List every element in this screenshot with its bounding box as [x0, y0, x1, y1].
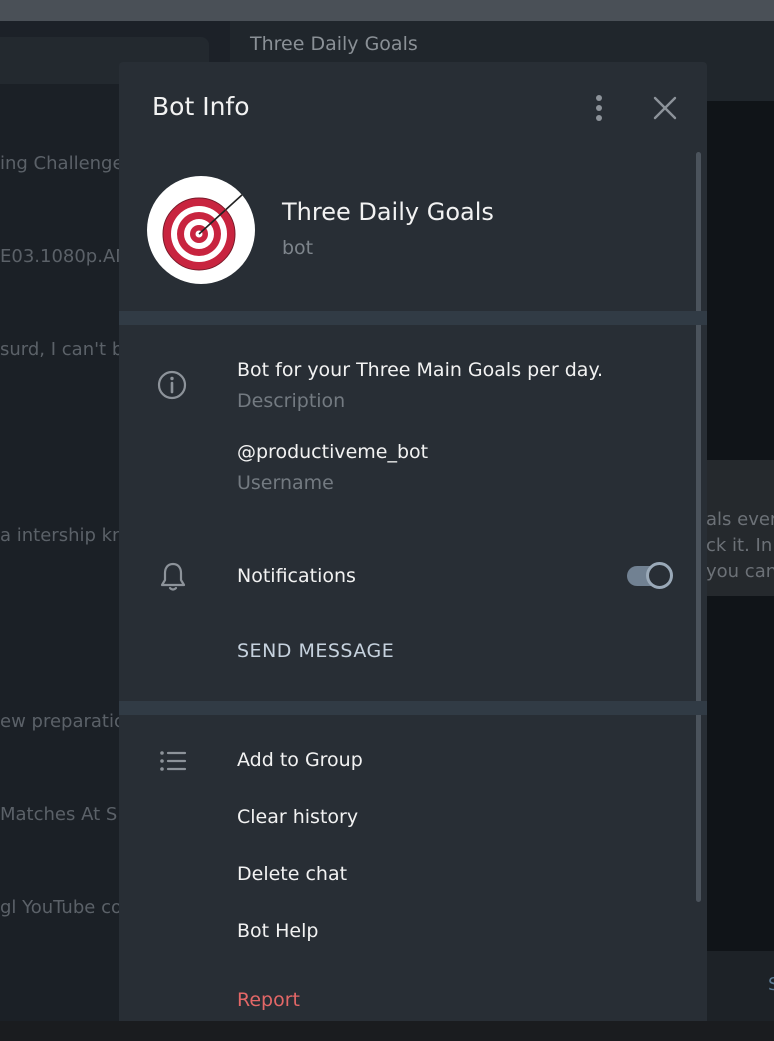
scrollbar[interactable]: [696, 152, 701, 902]
username-label: Username: [237, 472, 334, 494]
message-text-line: als ever: [706, 509, 774, 530]
bottom-bar: [0, 1021, 774, 1041]
description-value: Bot for your Three Main Goals per day.: [237, 359, 604, 381]
bot-type-label: bot: [282, 237, 314, 259]
more-vertical-icon: [596, 95, 602, 101]
report-button[interactable]: Report: [237, 989, 300, 1011]
send-message-button[interactable]: SEND MESSAGE: [237, 640, 394, 662]
close-button[interactable]: [649, 92, 681, 124]
more-vertical-icon-dot: [596, 115, 602, 121]
list-icon: [160, 751, 187, 771]
bot-name: Three Daily Goals: [282, 198, 494, 226]
notifications-label: Notifications: [237, 565, 356, 587]
bot-info-modal: Bot Info Three Daily Goals bot Bot for y…: [119, 62, 707, 1021]
add-to-group-button[interactable]: Add to Group: [237, 749, 363, 771]
notifications-toggle[interactable]: [626, 562, 673, 589]
close-icon: [653, 96, 677, 120]
toggle-knob: [646, 562, 673, 589]
clear-history-button[interactable]: Clear history: [237, 806, 358, 828]
delete-chat-button[interactable]: Delete chat: [237, 863, 347, 885]
chat-list-item[interactable]: surd, I can't be: [0, 339, 134, 360]
description-label: Description: [237, 390, 346, 412]
section-divider: [119, 701, 707, 715]
chat-list-item[interactable]: ew preparatio: [0, 711, 125, 732]
more-vertical-icon-dot: [596, 105, 602, 111]
message-text-line: ck it. In: [706, 535, 773, 556]
avatar[interactable]: [147, 176, 255, 284]
bot-help-button[interactable]: Bot Help: [237, 920, 318, 942]
more-options-button[interactable]: [585, 92, 613, 124]
username-value[interactable]: @productiveme_bot: [237, 441, 428, 463]
target-icon: [162, 193, 244, 271]
bell-icon: [160, 562, 186, 591]
chat-list-item[interactable]: gl YouTube co: [0, 897, 122, 918]
message-text-line: you can: [706, 561, 774, 582]
chat-list-item[interactable]: a intership kn: [0, 525, 123, 546]
window-titlebar: [0, 0, 774, 21]
info-icon: [157, 370, 187, 400]
section-divider: [119, 311, 707, 325]
chat-list-item[interactable]: Matches At S: [0, 804, 117, 825]
input-text-fragment: S: [768, 974, 774, 995]
chat-list-item[interactable]: E03.1080p.AM: [0, 246, 131, 267]
chat-list-item[interactable]: ing Challenge: [0, 153, 124, 174]
modal-title: Bot Info: [152, 92, 250, 121]
chat-header-title[interactable]: Three Daily Goals: [250, 33, 418, 55]
